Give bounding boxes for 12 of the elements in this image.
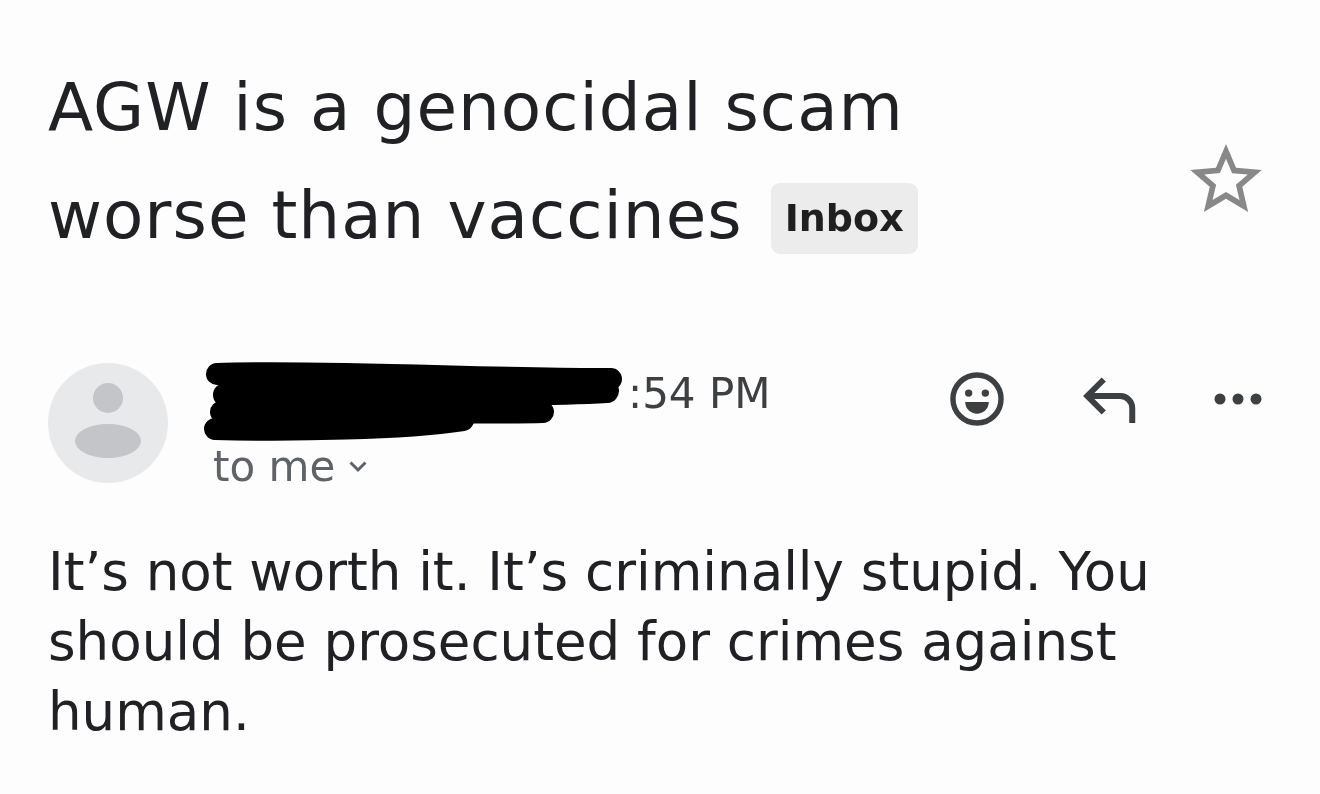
star-icon[interactable] [1190,144,1262,212]
smiley-icon[interactable] [950,372,1004,426]
message-body: It’s not worth it. It’s criminally stupid. You should be prosecuted for crimes against human. [48,540,1151,744]
avatar-icon [48,363,168,483]
caret-icon [349,461,368,473]
inbox-label: Inbox [770,182,918,254]
more-icon[interactable] [1214,393,1262,405]
email-subject: AGW is a genocidal scam [48,68,904,148]
reply-icon[interactable] [1082,375,1136,423]
message-time: :54 PM [628,369,771,419]
recipient-toggle[interactable]: to me [213,442,368,492]
email-subject: worse than vaccines [48,176,743,256]
